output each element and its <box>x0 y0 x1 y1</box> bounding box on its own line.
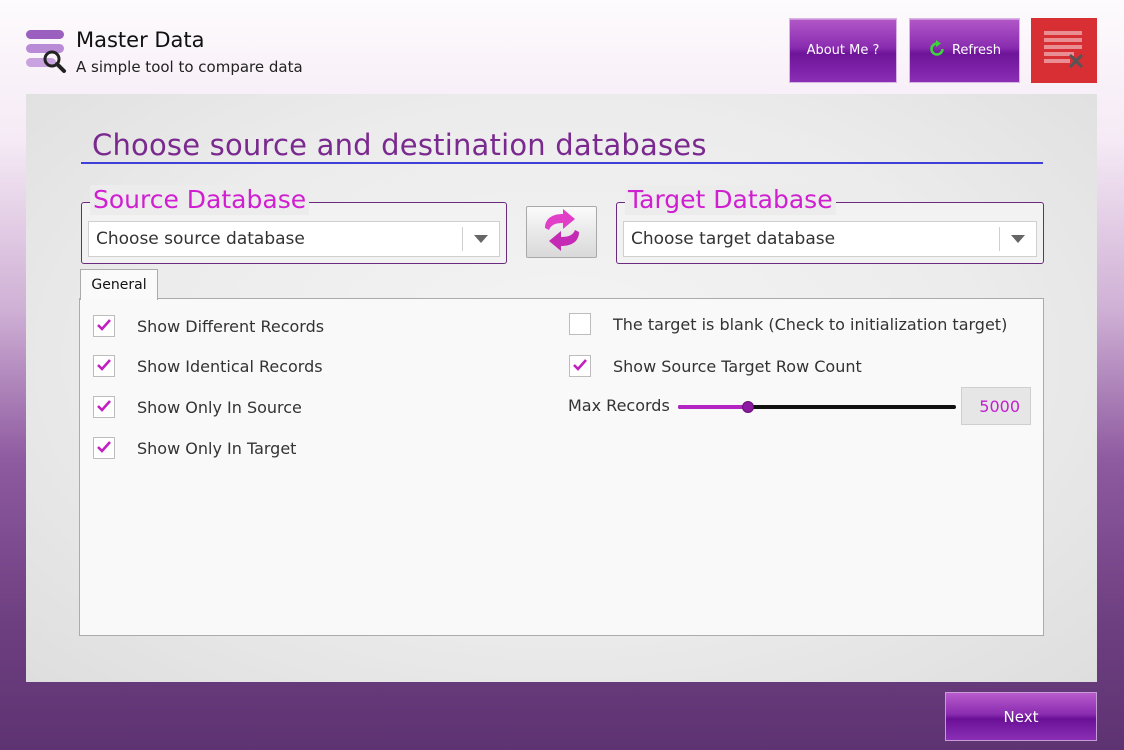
chevron-down-icon[interactable] <box>1000 235 1036 243</box>
checkmark-icon <box>96 357 112 376</box>
option-target-is-blank[interactable]: The target is blank (Check to initializa… <box>569 313 1007 335</box>
source-database-group: Source Database Choose source database <box>81 185 507 264</box>
option-show-only-in-target[interactable]: Show Only In Target <box>93 437 296 459</box>
show-only-in-target-checkbox[interactable] <box>93 437 115 459</box>
close-button[interactable] <box>1031 18 1097 83</box>
app-title: Master Data <box>76 28 205 52</box>
show-only-in-source-label: Show Only In Source <box>137 397 302 417</box>
source-database-dropdown[interactable]: Choose source database <box>88 221 500 257</box>
option-show-source-target-row-count[interactable]: Show Source Target Row Count <box>569 355 862 377</box>
target-database-placeholder: Choose target database <box>631 229 836 249</box>
tab-general[interactable]: General <box>80 269 158 300</box>
source-database-placeholder: Choose source database <box>96 229 305 249</box>
target-is-blank-label: The target is blank (Check to initializa… <box>613 314 1008 334</box>
show-only-in-target-label: Show Only In Target <box>137 438 297 458</box>
target-database-legend: Target Database <box>625 185 836 215</box>
chevron-down-icon[interactable] <box>463 235 499 243</box>
source-database-legend: Source Database <box>90 185 310 215</box>
option-show-only-in-source[interactable]: Show Only In Source <box>93 396 302 418</box>
show-identical-records-checkbox[interactable] <box>93 355 115 377</box>
show-different-records-checkbox[interactable] <box>93 315 115 337</box>
max-records-label: Max Records <box>568 396 670 415</box>
refresh-label: Refresh <box>951 43 1002 58</box>
refresh-button[interactable]: Refresh <box>909 18 1020 83</box>
show-identical-records-label: Show Identical Records <box>137 356 323 376</box>
option-show-identical-records[interactable]: Show Identical Records <box>93 355 323 377</box>
checkmark-icon <box>96 317 112 336</box>
option-show-different-records[interactable]: Show Different Records <box>93 315 324 337</box>
target-is-blank-checkbox[interactable] <box>569 313 591 335</box>
app-logo-icon <box>24 28 68 74</box>
target-database-dropdown[interactable]: Choose target database <box>623 221 1037 257</box>
show-row-count-label: Show Source Target Row Count <box>613 356 862 376</box>
checkmark-icon <box>96 439 112 458</box>
slider-fill <box>678 405 748 409</box>
max-records-slider[interactable] <box>678 399 956 415</box>
swap-databases-button[interactable] <box>526 206 597 258</box>
general-tab-content: Show Different Records Show Identical Re… <box>79 298 1044 636</box>
refresh-icon <box>928 39 946 62</box>
main-panel: Choose source and destination databases … <box>26 94 1097 682</box>
checkmark-icon <box>572 357 588 376</box>
next-label: Next <box>1003 707 1039 726</box>
show-different-records-label: Show Different Records <box>137 316 325 336</box>
about-me-button[interactable]: About Me ? <box>789 18 897 83</box>
max-records-value[interactable]: 5000 <box>961 387 1031 425</box>
target-database-group: Target Database Choose target database <box>616 185 1044 264</box>
slider-thumb[interactable] <box>741 401 754 413</box>
close-window-icon <box>1042 27 1086 75</box>
show-row-count-checkbox[interactable] <box>569 355 591 377</box>
title-underline <box>81 162 1043 164</box>
checkmark-icon <box>96 398 112 417</box>
page-title: Choose source and destination databases <box>92 128 707 162</box>
swap-arrows-icon <box>539 208 585 256</box>
next-button[interactable]: Next <box>945 692 1097 741</box>
app-subtitle: A simple tool to compare data <box>76 58 303 76</box>
about-me-label: About Me ? <box>806 43 880 58</box>
show-only-in-source-checkbox[interactable] <box>93 396 115 418</box>
